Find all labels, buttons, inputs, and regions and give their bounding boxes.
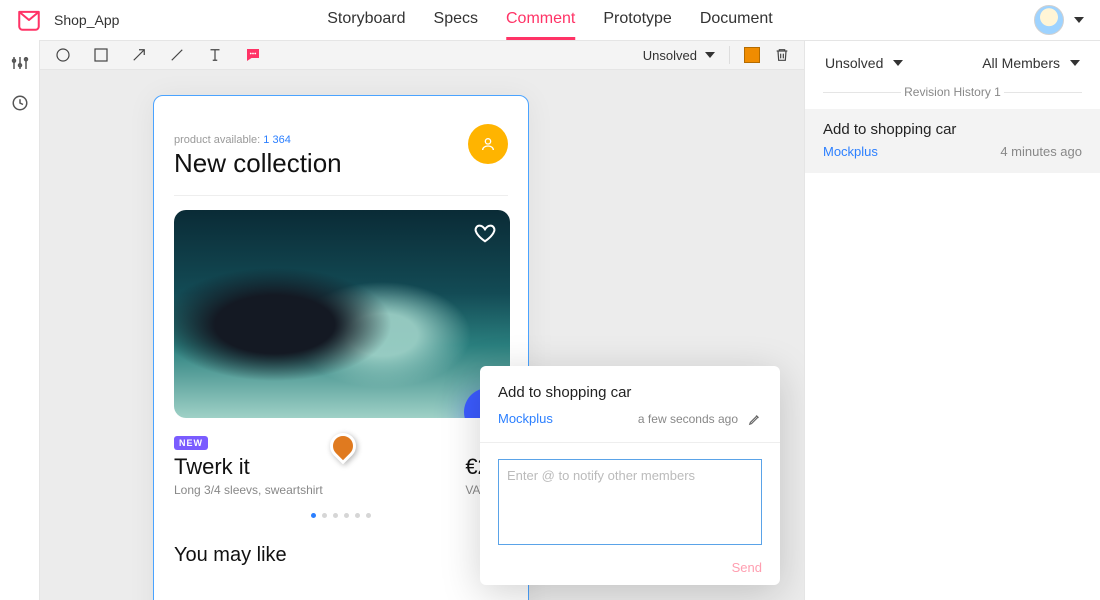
revision-history-header: Revision History 1 [805,85,1100,109]
comment-tool-icon[interactable] [244,46,262,64]
comment-item-time: 4 minutes ago [1000,144,1082,159]
comment-reply-input[interactable] [498,459,762,545]
topbar: Shop_App Storyboard Specs Comment Protot… [0,0,1100,40]
text-tool-icon[interactable] [206,46,224,64]
toolstrip-filter-dropdown[interactable]: Unsolved [643,48,715,63]
product-image [174,210,510,418]
left-icon-rail [0,40,40,600]
edit-icon[interactable] [748,412,762,426]
divider [729,46,730,64]
tab-comment[interactable]: Comment [506,1,575,40]
toolstrip-filter-label: Unsolved [643,48,697,63]
project-name: Shop_App [54,12,119,28]
artboard[interactable]: product available: 1 364 New collection [153,95,529,600]
panel-filter-members-dropdown[interactable]: All Members [982,55,1080,71]
comment-time: a few seconds ago [638,412,738,426]
product-card: NEW Twerk it Long 3/4 sleevs, sweartshir… [174,210,508,518]
arrow-tool-icon[interactable] [130,46,148,64]
comment-item-title: Add to shopping car [823,121,1082,138]
square-tool-icon[interactable] [92,46,110,64]
product-subtitle: Long 3/4 sleevs, sweartshirt [174,483,323,497]
user-menu-caret-icon[interactable] [1074,17,1084,23]
pager-dots [174,513,508,518]
trash-icon[interactable] [774,47,790,63]
tab-document[interactable]: Document [700,1,773,40]
user-avatar[interactable] [1034,5,1064,35]
divider [480,442,780,443]
comment-author[interactable]: Mockplus [498,411,553,426]
profile-circle-icon [468,124,508,164]
comment-popup: Add to shopping car Mockplus a few secon… [480,366,780,585]
caret-down-icon [893,60,903,66]
comment-item-author: Mockplus [823,144,878,159]
comment-list-item[interactable]: Add to shopping car Mockplus 4 minutes a… [805,109,1100,173]
circle-tool-icon[interactable] [54,46,72,64]
tab-prototype[interactable]: Prototype [603,1,671,40]
divider [174,195,508,196]
send-button[interactable]: Send [498,560,762,575]
color-swatch[interactable] [744,47,760,63]
canvas[interactable]: product available: 1 364 New collection [40,70,804,600]
product-name: Twerk it [174,454,323,480]
app-logo [16,7,42,33]
artboard-heading: New collection [174,148,508,179]
heart-icon [474,222,496,244]
toolstrip: Unsolved [40,40,804,70]
main-tabs: Storyboard Specs Comment Prototype Docum… [327,1,773,40]
you-may-like-heading: You may like [174,544,508,567]
tab-specs[interactable]: Specs [434,1,478,40]
sliders-icon[interactable] [11,54,29,72]
product-available-label: product available: 1 364 [174,134,508,146]
new-badge: NEW [174,436,208,450]
caret-down-icon [705,52,715,58]
tab-storyboard[interactable]: Storyboard [327,1,405,40]
line-tool-icon[interactable] [168,46,186,64]
comment-popup-title: Add to shopping car [498,384,762,401]
right-panel: Unsolved All Members Revision History 1 … [804,40,1100,600]
caret-down-icon [1070,60,1080,66]
history-icon[interactable] [11,94,29,112]
panel-filter-status-dropdown[interactable]: Unsolved [825,55,903,71]
